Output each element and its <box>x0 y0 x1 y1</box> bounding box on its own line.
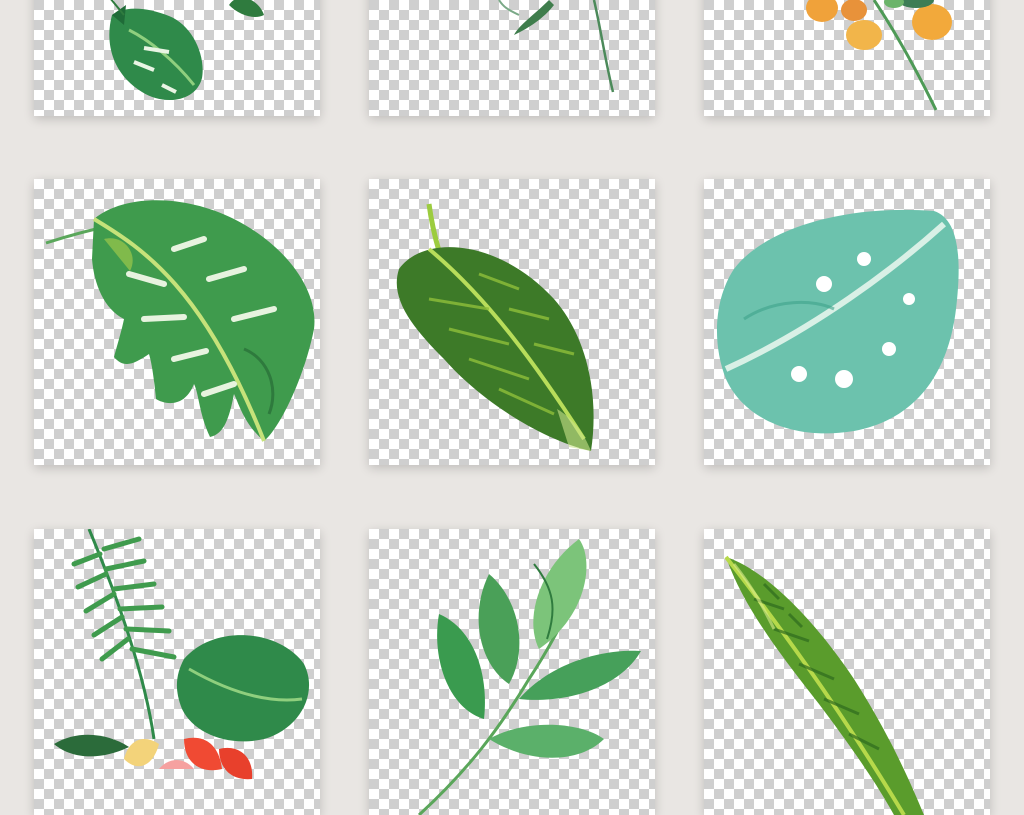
image-tile[interactable] <box>369 0 655 116</box>
gallery-page: { "gallery": { "background": "#e9e6e3", … <box>0 0 1024 815</box>
image-tile[interactable] <box>369 529 655 815</box>
image-tile[interactable] <box>704 529 990 815</box>
image-tile[interactable] <box>34 179 320 465</box>
green-leaf-sprig <box>417 539 641 815</box>
long-banana-leaf <box>724 555 924 815</box>
monstera-leaf-small <box>109 0 264 101</box>
monstera-leaf <box>45 200 315 442</box>
image-tile[interactable] <box>369 179 655 465</box>
image-tile[interactable] <box>704 0 990 116</box>
palm-and-flowers-bouquet <box>54 529 310 780</box>
banana-leaf <box>396 203 594 451</box>
image-tile[interactable] <box>34 529 320 815</box>
image-tile[interactable] <box>34 0 320 116</box>
image-tile[interactable] <box>704 179 990 465</box>
teal-monstera-leaf <box>716 209 959 434</box>
orange-berry-branch <box>806 0 952 111</box>
thin-green-stems <box>498 0 615 93</box>
